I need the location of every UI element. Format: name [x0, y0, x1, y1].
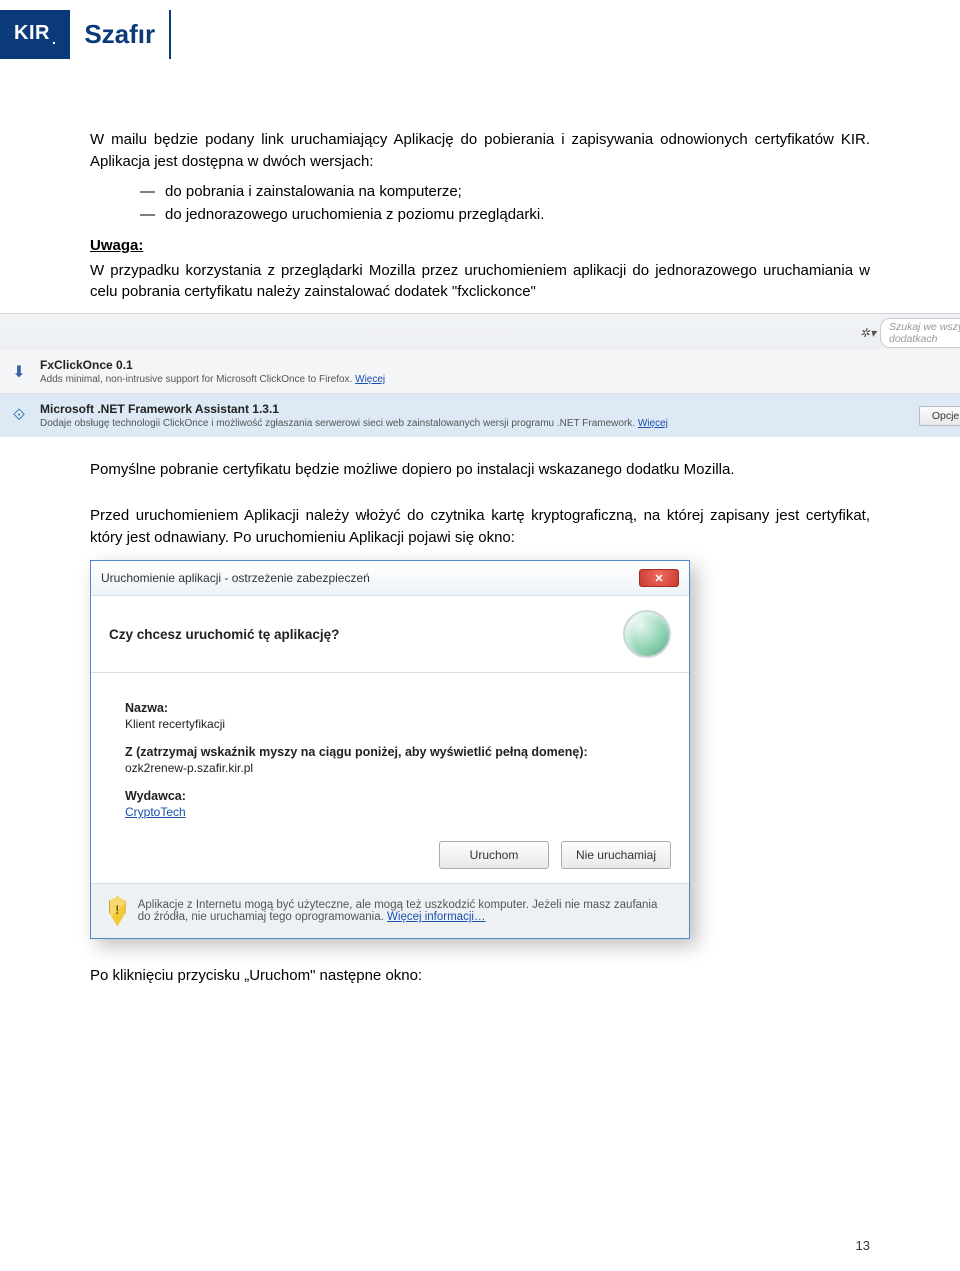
publisher-label: Wydawca:: [125, 789, 655, 803]
more-info-link[interactable]: Więcej informacji…: [387, 911, 485, 923]
logo-bar: KIR. Szafır: [0, 0, 960, 59]
puzzle-icon: ⟐: [8, 405, 30, 427]
dialog-header: Czy chcesz uruchomić tę aplikację?: [91, 596, 689, 673]
dialog-buttons: Uruchom Nie uruchamiaj: [91, 829, 689, 883]
dash-bullet: —: [140, 206, 155, 223]
addon-more-link[interactable]: Więcej: [355, 374, 385, 385]
kir-logo: KIR.: [0, 10, 70, 59]
dialog-titlebar: Uruchomienie aplikacji - ostrzeżenie zab…: [91, 561, 689, 596]
from-label: Z (zatrzymaj wskaźnik myszy na ciągu pon…: [125, 745, 655, 759]
from-value: ozk2renew-p.szafir.kir.pl: [125, 761, 655, 775]
app-name-value: Klient recertyfikacji: [125, 717, 655, 731]
footer-text: Aplikacje z Internetu mogą być użyteczne…: [138, 899, 671, 923]
page-number: 13: [856, 1238, 870, 1253]
search-placeholder: Szukaj we wszystkich dodatkach: [889, 321, 960, 345]
addon-options-button[interactable]: Opcje: [919, 406, 960, 426]
note-text: W przypadku korzystania z przeglądarki M…: [90, 260, 870, 304]
addons-toolbar: ✲▾ Szukaj we wszystkich dodatkach 🔍: [0, 314, 960, 350]
gear-icon[interactable]: ✲▾: [860, 326, 876, 340]
globe-icon: [623, 610, 671, 658]
dash-bullet: —: [140, 183, 155, 200]
addon-row-fxclickonce[interactable]: ⬇ FxClickOnce 0.1 Adds minimal, non-intr…: [0, 350, 960, 393]
run-button[interactable]: Uruchom: [439, 841, 549, 869]
dialog-body: Nazwa: Klient recertyfikacji Z (zatrzyma…: [91, 673, 689, 829]
paragraph-2: Pomyślne pobranie certyfikatu będzie moż…: [90, 459, 870, 481]
dialog-title-text: Uruchomienie aplikacji - ostrzeżenie zab…: [101, 571, 370, 585]
list-item: — do pobrania i zainstalowania na komput…: [140, 183, 870, 200]
publisher-value[interactable]: CryptoTech: [125, 805, 655, 819]
addon-title: FxClickOnce 0.1: [40, 358, 960, 372]
dialog-footer: ! Aplikacje z Internetu mogą być użytecz…: [91, 883, 689, 938]
app-name-label: Nazwa:: [125, 701, 655, 715]
kir-suffix: .: [52, 31, 56, 47]
shield-icon: !: [109, 896, 126, 926]
addons-search-input[interactable]: Szukaj we wszystkich dodatkach 🔍: [880, 318, 960, 348]
version-list: — do pobrania i zainstalowania na komput…: [90, 183, 870, 223]
logo-divider: [169, 10, 171, 59]
security-dialog: Uruchomienie aplikacji - ostrzeżenie zab…: [90, 560, 690, 939]
close-button[interactable]: ✕: [639, 569, 679, 587]
addon-description: Adds minimal, non-intrusive support for …: [40, 374, 352, 385]
list-item-text: do jednorazowego uruchomienia z poziomu …: [165, 206, 544, 223]
addon-description: Dodaje obsługę technologii ClickOnce i m…: [40, 418, 635, 429]
kir-text: KIR: [14, 22, 50, 44]
firefox-addons-panel: ✲▾ Szukaj we wszystkich dodatkach 🔍 bier…: [0, 313, 960, 437]
dont-run-button[interactable]: Nie uruchamiaj: [561, 841, 671, 869]
szafir-logo: Szafır: [84, 19, 155, 50]
addon-title: Microsoft .NET Framework Assistant 1.3.1: [40, 402, 909, 416]
paragraph-1: W mailu będzie podany link uruchamiający…: [90, 129, 870, 173]
paragraph-3: Przed uruchomieniem Aplikacji należy wło…: [90, 505, 870, 549]
list-item: — do jednorazowego uruchomienia z poziom…: [140, 206, 870, 223]
paragraph-4: Po kliknięciu przycisku „Uruchom" następ…: [90, 965, 870, 987]
note-label: Uwaga:: [90, 237, 870, 254]
addon-more-link[interactable]: Więcej: [638, 418, 668, 429]
dialog-heading: Czy chcesz uruchomić tę aplikację?: [109, 627, 339, 642]
download-icon: ⬇: [8, 361, 30, 383]
list-item-text: do pobrania i zainstalowania na komputer…: [165, 183, 462, 200]
addon-row-netframework[interactable]: ⟐ Microsoft .NET Framework Assistant 1.3…: [0, 393, 960, 437]
